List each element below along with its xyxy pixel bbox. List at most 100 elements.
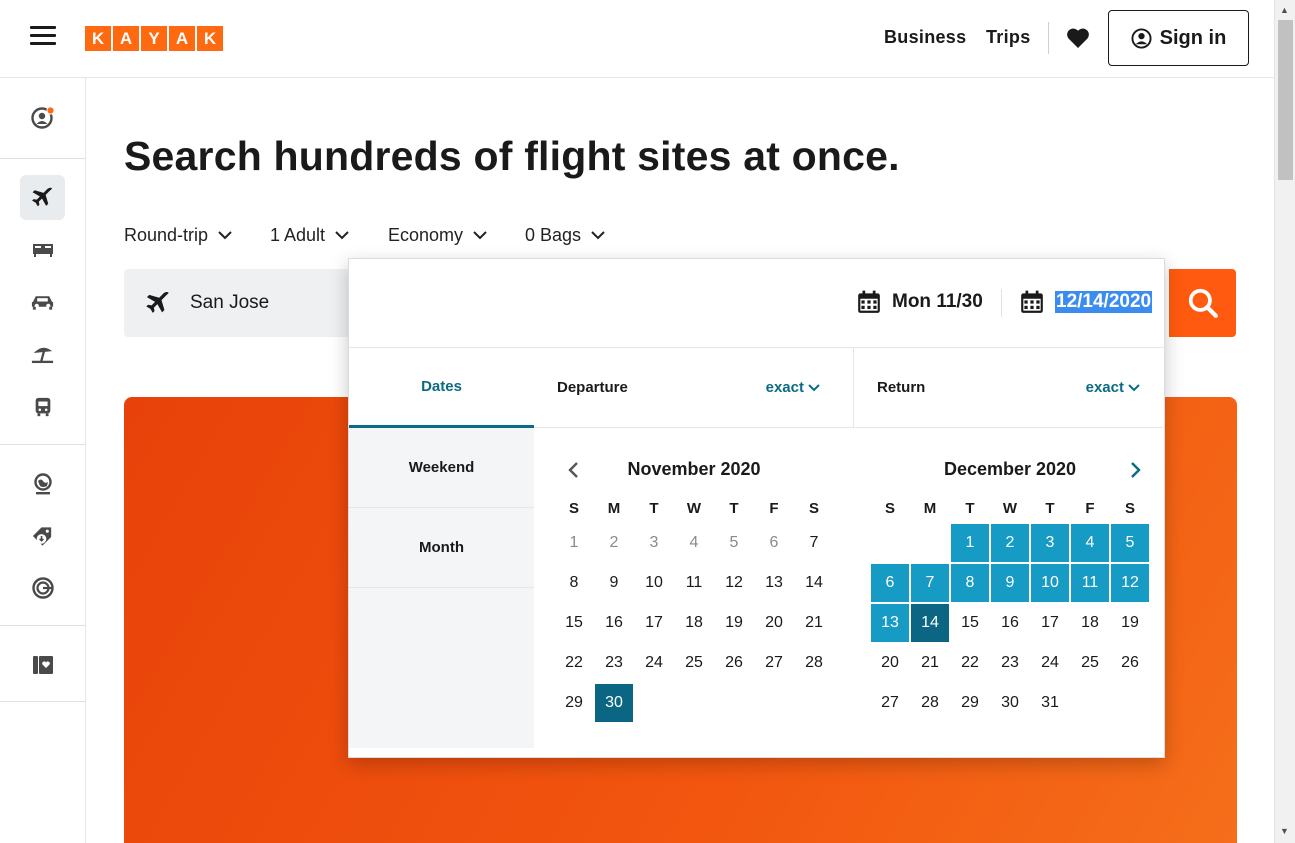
calendar-day[interactable]: 6	[870, 563, 910, 603]
departure-flex-dropdown[interactable]: exact	[766, 379, 820, 396]
hotels-icon[interactable]	[20, 226, 65, 271]
calendar-day[interactable]: 29	[554, 683, 594, 723]
calendar-day[interactable]: 8	[554, 563, 594, 603]
origin-input[interactable]: San Jose	[124, 269, 354, 337]
departure-date-field[interactable]: Mon 11/30	[856, 289, 983, 315]
calendar-day[interactable]: 16	[594, 603, 634, 643]
calendar-day[interactable]: 13	[754, 563, 794, 603]
calendar-day[interactable]: 9	[990, 563, 1030, 603]
calendar-day[interactable]: 31	[1030, 683, 1070, 723]
chevron-down-icon	[335, 231, 349, 240]
sign-in-button[interactable]: Sign in	[1108, 10, 1249, 66]
account-icon[interactable]	[20, 95, 65, 140]
calendar-day[interactable]: 18	[1070, 603, 1110, 643]
calendar-day: 6	[769, 534, 779, 551]
calendar-day[interactable]: 15	[554, 603, 594, 643]
weekday-header: S	[568, 499, 579, 517]
return-date-value: 12/14/2020	[1055, 291, 1153, 313]
calendar-day[interactable]: 25	[1070, 643, 1110, 683]
return-date-field[interactable]: 12/14/2020	[1019, 289, 1153, 315]
calendar-day[interactable]: 29	[950, 683, 990, 723]
calendar-day[interactable]: 14	[910, 603, 950, 643]
calendar-day[interactable]: 22	[950, 643, 990, 683]
calendar-day[interactable]: 7	[794, 523, 834, 563]
calendar-day[interactable]: 11	[1070, 563, 1110, 603]
origin-value: San Jose	[190, 292, 270, 313]
weekday-header: M	[607, 499, 621, 517]
calendar-day[interactable]: 9	[594, 563, 634, 603]
chevron-right-icon[interactable]	[1126, 461, 1144, 479]
calendar-day[interactable]: 25	[674, 643, 714, 683]
tab-weekend[interactable]: Weekend	[349, 428, 534, 508]
calendar-day[interactable]: 17	[1030, 603, 1070, 643]
calendar-day[interactable]: 21	[794, 603, 834, 643]
calendar-day[interactable]: 26	[1110, 643, 1150, 683]
flights-icon[interactable]	[20, 175, 65, 220]
search-button[interactable]	[1169, 269, 1236, 337]
menu-icon[interactable]	[30, 26, 56, 48]
calendar-day[interactable]: 23	[990, 643, 1030, 683]
nav-business-link[interactable]: Business	[884, 27, 966, 48]
cabin-dropdown[interactable]: Economy	[388, 225, 487, 246]
calendar-day[interactable]: 24	[1030, 643, 1070, 683]
departure-flex-header: Departure exact	[534, 348, 854, 428]
calendar-day[interactable]: 4	[1070, 523, 1110, 563]
trips-icon[interactable]	[20, 565, 65, 610]
calendar-day[interactable]: 26	[714, 643, 754, 683]
calendar-day[interactable]: 23	[594, 643, 634, 683]
calendar-day: 1	[569, 534, 579, 551]
calendar-day[interactable]: 18	[674, 603, 714, 643]
calendar-day[interactable]: 12	[714, 563, 754, 603]
calendar-day[interactable]: 20	[754, 603, 794, 643]
calendar-day[interactable]: 19	[714, 603, 754, 643]
scroll-down-icon[interactable]: ▼	[1280, 826, 1289, 836]
bags-dropdown[interactable]: 0 Bags	[525, 225, 605, 246]
calendar-day[interactable]: 27	[754, 643, 794, 683]
calendar-day[interactable]: 27	[870, 683, 910, 723]
calendar-day[interactable]: 19	[1110, 603, 1150, 643]
calendar-day[interactable]: 30	[990, 683, 1030, 723]
calendar-day[interactable]: 15	[950, 603, 990, 643]
calendar-day[interactable]: 12	[1110, 563, 1150, 603]
calendar-day[interactable]: 10	[1030, 563, 1070, 603]
scroll-up-icon[interactable]: ▲	[1280, 5, 1289, 15]
explore-icon[interactable]	[20, 461, 65, 506]
calendar-day[interactable]: 20	[870, 643, 910, 683]
calendar-day[interactable]: 8	[950, 563, 990, 603]
chevron-left-icon[interactable]	[565, 461, 583, 479]
scrollbar[interactable]: ▲ ▼	[1274, 0, 1295, 843]
scrollbar-thumb[interactable]	[1278, 20, 1293, 180]
travelers-dropdown[interactable]: 1 Adult	[270, 225, 349, 246]
cars-icon[interactable]	[20, 279, 65, 324]
calendar-day[interactable]: 30	[594, 683, 634, 723]
calendar-day[interactable]: 28	[794, 643, 834, 683]
calendar-day[interactable]: 3	[1030, 523, 1070, 563]
tab-month[interactable]: Month	[349, 508, 534, 588]
return-flex-header: Return exact	[854, 348, 1164, 428]
calendar-day[interactable]: 28	[910, 683, 950, 723]
calendar-day[interactable]: 13	[870, 603, 910, 643]
calendar-day[interactable]: 24	[634, 643, 674, 683]
guides-icon[interactable]	[20, 642, 65, 687]
calendar-day[interactable]: 7	[910, 563, 950, 603]
packages-icon[interactable]	[20, 331, 65, 376]
calendar-day[interactable]: 21	[910, 643, 950, 683]
calendar-day[interactable]: 22	[554, 643, 594, 683]
calendar-day[interactable]: 5	[1110, 523, 1150, 563]
sidebar	[0, 78, 86, 843]
calendar-day[interactable]: 17	[634, 603, 674, 643]
trains-icon[interactable]	[20, 384, 65, 429]
return-flex-dropdown[interactable]: exact	[1086, 379, 1140, 396]
nav-trips-link[interactable]: Trips	[986, 27, 1031, 48]
deals-icon[interactable]	[20, 513, 65, 558]
tab-dates[interactable]: Dates	[349, 348, 534, 428]
calendar-day[interactable]: 10	[634, 563, 674, 603]
heart-icon[interactable]	[1066, 27, 1090, 49]
trip-type-dropdown[interactable]: Round-trip	[124, 225, 232, 246]
calendar-day[interactable]: 14	[794, 563, 834, 603]
calendar-day[interactable]: 11	[674, 563, 714, 603]
calendar-day[interactable]: 2	[990, 523, 1030, 563]
calendar-day[interactable]: 1	[950, 523, 990, 563]
calendar-day[interactable]: 16	[990, 603, 1030, 643]
kayak-logo[interactable]: K A Y A K	[85, 26, 223, 51]
